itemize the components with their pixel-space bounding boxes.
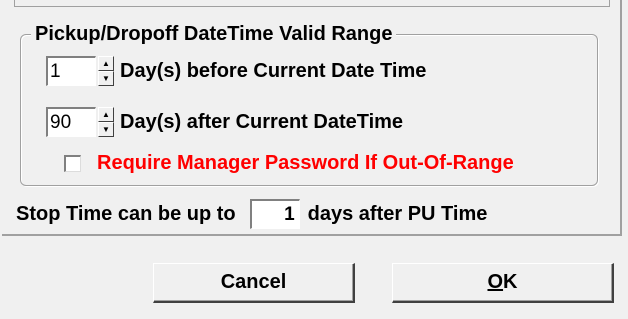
- before-days-row: ▲ ▼ Day(s) before Current Date Time: [46, 55, 426, 87]
- spin-up-arrow-icon[interactable]: ▲: [98, 56, 114, 71]
- before-days-input[interactable]: [46, 56, 96, 86]
- spin-down-arrow-icon[interactable]: ▼: [98, 122, 114, 137]
- groupbox-legend: Pickup/Dropoff DateTime Valid Range: [31, 22, 397, 46]
- ok-mnemonic: O: [487, 271, 504, 293]
- spin-up-arrow-icon[interactable]: ▲: [98, 107, 114, 122]
- after-days-input[interactable]: [46, 107, 96, 137]
- require-password-row: Require Manager Password If Out-Of-Range: [52, 147, 514, 179]
- spin-down-arrow-icon[interactable]: ▼: [98, 71, 114, 86]
- cancel-button-label: Cancel: [220, 271, 287, 293]
- before-days-spinner[interactable]: ▲ ▼: [98, 56, 114, 86]
- panel-top-border: [14, 0, 610, 7]
- stop-time-suffix: days after PU Time: [307, 202, 488, 225]
- after-days-spinner[interactable]: ▲ ▼: [98, 107, 114, 137]
- stop-time-days-input[interactable]: [249, 199, 300, 229]
- require-password-label[interactable]: Require Manager Password If Out-Of-Range: [97, 152, 514, 175]
- stop-time-row: Stop Time can be up to days after PU Tim…: [16, 199, 487, 229]
- stop-time-prefix: Stop Time can be up to: [16, 202, 236, 225]
- require-password-checkbox[interactable]: [64, 154, 81, 172]
- ok-label-rest: K: [503, 271, 518, 293]
- ok-button-label: OK: [487, 271, 517, 294]
- after-days-label: Day(s) after Current DateTime: [120, 110, 404, 133]
- before-days-label: Day(s) before Current Date Time: [120, 59, 427, 82]
- cancel-button[interactable]: Cancel: [153, 263, 355, 303]
- ok-button[interactable]: OK: [392, 263, 614, 303]
- after-days-row: ▲ ▼ Day(s) after Current DateTime: [46, 106, 403, 138]
